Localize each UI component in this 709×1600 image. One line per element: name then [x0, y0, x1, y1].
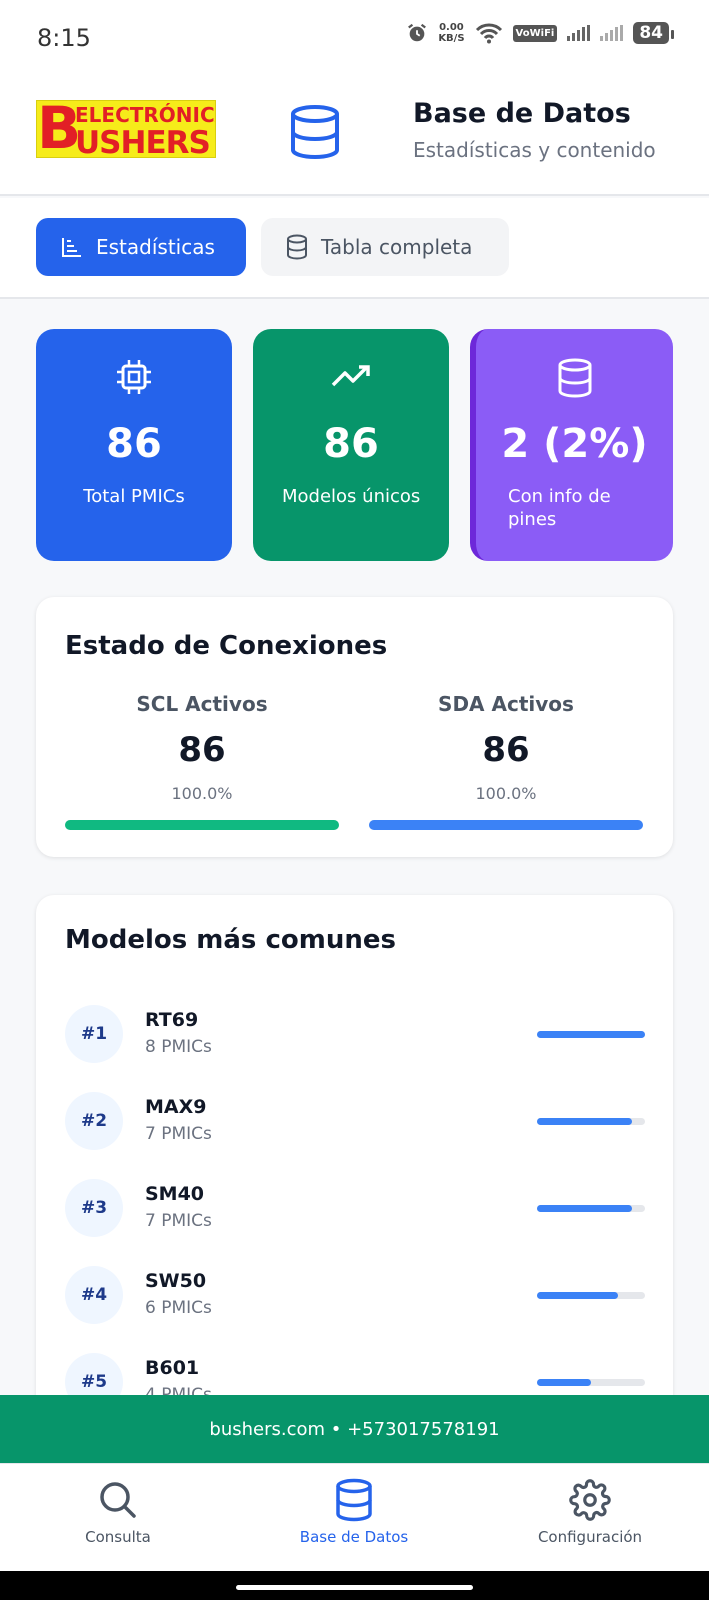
- status-bar: 8:15 0.00 KB/S VoWiFi 84: [0, 0, 709, 78]
- rank-badge: #2: [65, 1092, 123, 1150]
- scl-progress-bar: [65, 820, 339, 830]
- status-time: 8:15: [37, 24, 91, 52]
- app-header: B ELECTRÓNICA USHERS Base de Datos Estad…: [0, 78, 709, 196]
- model-count: 8 PMICs: [145, 1037, 212, 1057]
- logo: B ELECTRÓNICA USHERS: [36, 100, 216, 158]
- sda-percent: 100.0%: [475, 784, 537, 803]
- database-icon: [288, 104, 342, 164]
- model-progress-bar: [537, 1031, 645, 1038]
- rank-badge: #1: [65, 1005, 123, 1063]
- alarm-icon: [408, 23, 427, 42]
- model-progress-bar: [537, 1292, 645, 1299]
- signal-icon-secondary: [600, 25, 624, 41]
- stat-value: 86: [106, 421, 162, 467]
- home-gesture-bar[interactable]: [236, 1585, 473, 1590]
- speed-value: 0.00: [439, 22, 464, 33]
- model-progress-bar: [537, 1205, 645, 1212]
- gear-icon: [490, 1478, 690, 1522]
- model-count: 7 PMICs: [145, 1211, 212, 1231]
- scl-progress-fill: [65, 820, 339, 830]
- rank-badge: #3: [65, 1179, 123, 1237]
- model-name: MAX9: [145, 1096, 207, 1118]
- status-icons: 0.00 KB/S VoWiFi 84: [406, 22, 674, 44]
- signal-icon: [567, 25, 591, 41]
- page-title: Base de Datos: [413, 98, 631, 129]
- nav-label: Configuración: [537, 1528, 643, 1546]
- trending-up-icon: [253, 357, 449, 397]
- stat-label: Con info de pines: [508, 486, 611, 530]
- stat-card-modelos-unicos: 86 Modelos únicos: [253, 329, 449, 561]
- network-speed: 0.00 KB/S: [438, 22, 464, 44]
- model-name: RT69: [145, 1009, 199, 1031]
- stat-label: Total PMICs: [83, 486, 185, 507]
- chip-icon: [36, 357, 232, 397]
- stat-card-info-pines: 2 (2%) Con info de pines: [470, 329, 673, 561]
- tab-label: Estadísticas: [96, 235, 215, 259]
- scl-stat: SCL Activos 86 100.0%: [65, 692, 339, 803]
- database-icon: [476, 357, 673, 399]
- model-row: #2 MAX9 7 PMICs: [65, 1092, 645, 1150]
- stat-card-total-pmics: 86 Total PMICs: [36, 329, 232, 561]
- search-icon: [18, 1478, 218, 1522]
- scl-label: SCL Activos: [136, 692, 268, 716]
- tab-bar: Estadísticas Tabla completa: [0, 198, 709, 299]
- contact-banner: bushers.com • +573017578191: [0, 1395, 709, 1463]
- nav-label: Consulta: [85, 1528, 151, 1546]
- contact-text: bushers.com • +573017578191: [209, 1418, 500, 1440]
- nav-item-base-de-datos[interactable]: Base de Datos: [254, 1478, 454, 1546]
- stat-label: Modelos únicos: [282, 486, 421, 507]
- database-icon: [287, 234, 307, 260]
- scl-value: 86: [178, 730, 226, 770]
- nav-item-consulta[interactable]: Consulta: [18, 1478, 218, 1546]
- battery-icon: 84: [633, 22, 674, 44]
- nav-label: Base de Datos: [299, 1528, 409, 1546]
- system-gesture-area: [0, 1571, 709, 1600]
- bottom-nav: Consulta Base de Datos Configuración: [0, 1463, 709, 1571]
- page-subtitle: Estadísticas y contenido: [413, 138, 656, 162]
- tab-tabla-completa[interactable]: Tabla completa: [261, 218, 509, 276]
- model-name: B601: [145, 1357, 200, 1379]
- speed-unit: KB/S: [438, 33, 465, 44]
- model-name: SW50: [145, 1270, 207, 1292]
- rank-badge: #4: [65, 1266, 123, 1324]
- scl-percent: 100.0%: [171, 784, 233, 803]
- model-progress-fill: [537, 1205, 632, 1212]
- card-title: Estado de Conexiones: [65, 631, 388, 661]
- vowifi-badge: VoWiFi: [512, 24, 558, 42]
- model-row: #4 SW50 6 PMICs: [65, 1266, 645, 1324]
- model-progress-bar: [537, 1379, 645, 1386]
- model-progress-bar: [537, 1118, 645, 1125]
- model-row: #3 SM40 7 PMICs: [65, 1179, 645, 1237]
- sda-progress-bar: [369, 820, 643, 830]
- bar-chart-icon: [62, 238, 81, 257]
- model-row: #1 RT69 8 PMICs: [65, 1005, 645, 1063]
- sda-label: SDA Activos: [438, 692, 574, 716]
- card-title: Modelos más comunes: [65, 925, 396, 955]
- sda-stat: SDA Activos 86 100.0%: [369, 692, 643, 803]
- database-icon: [254, 1478, 454, 1522]
- wifi-icon: [475, 23, 502, 44]
- model-name: SM40: [145, 1183, 205, 1205]
- tab-label: Tabla completa: [321, 235, 473, 259]
- model-count: 7 PMICs: [145, 1124, 212, 1144]
- stat-value: 86: [323, 421, 379, 467]
- model-progress-fill: [537, 1031, 645, 1038]
- model-progress-fill: [537, 1118, 632, 1125]
- model-progress-fill: [537, 1379, 591, 1386]
- model-progress-fill: [537, 1292, 618, 1299]
- connections-card: Estado de Conexiones SCL Activos 86 100.…: [36, 597, 673, 857]
- model-count: 6 PMICs: [145, 1298, 212, 1318]
- nav-item-configuracion[interactable]: Configuración: [490, 1478, 690, 1546]
- sda-progress-fill: [369, 820, 643, 830]
- tab-estadisticas[interactable]: Estadísticas: [36, 218, 246, 276]
- sda-value: 86: [482, 730, 530, 770]
- stat-value: 2 (2%): [501, 421, 648, 467]
